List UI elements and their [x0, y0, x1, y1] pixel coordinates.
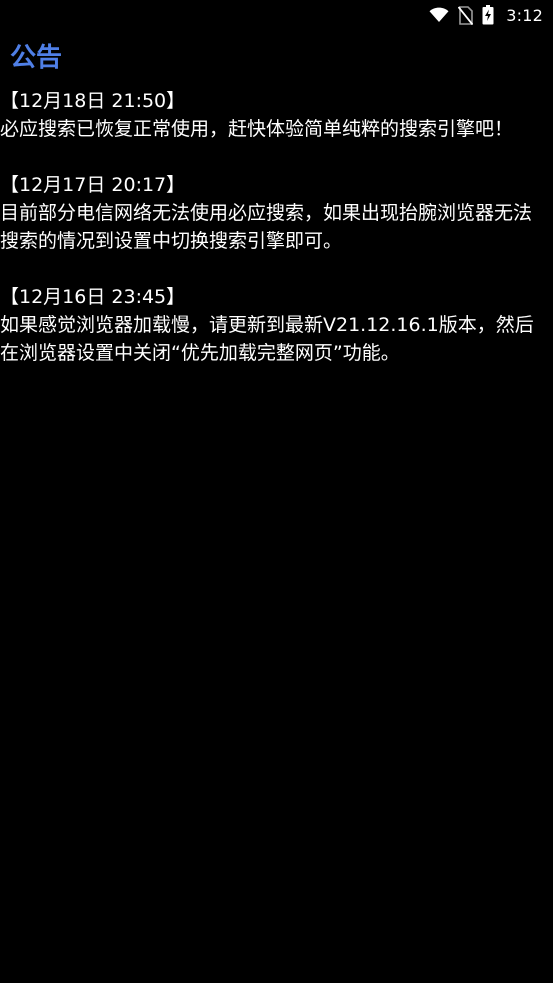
- status-bar: 3:12: [0, 0, 553, 30]
- announcement-date: 【12月17日 20:17】: [0, 174, 186, 196]
- announcement-date: 【12月18日 21:50】: [0, 90, 186, 112]
- announcement-list: 【12月18日 21:50】 必应搜索已恢复正常使用，赶快体验简单纯粹的搜索引擎…: [0, 87, 553, 395]
- announcement-item: 【12月17日 20:17】 目前部分电信网络无法使用必应搜索，如果出现抬腕浏览…: [0, 171, 553, 255]
- announcement-body: 如果感觉浏览器加载慢，请更新到最新V21.12.16.1版本，然后在浏览器设置中…: [0, 314, 534, 364]
- status-icons: 3:12: [429, 4, 543, 26]
- announcement-item: 【12月18日 21:50】 必应搜索已恢复正常使用，赶快体验简单纯粹的搜索引擎…: [0, 87, 553, 143]
- wifi-icon: [429, 7, 449, 23]
- no-sim-icon: [458, 5, 474, 25]
- page-title: 公告: [10, 43, 63, 73]
- announcement-date: 【12月16日 23:45】: [0, 286, 186, 308]
- announcement-body: 必应搜索已恢复正常使用，赶快体验简单纯粹的搜索引擎吧！: [0, 118, 514, 140]
- battery-charging-icon: [482, 5, 494, 25]
- announcement-body: 目前部分电信网络无法使用必应搜索，如果出现抬腕浏览器无法搜索的情况到设置中切换搜…: [0, 202, 533, 252]
- announcement-item: 【12月16日 23:45】 如果感觉浏览器加载慢，请更新到最新V21.12.1…: [0, 283, 553, 367]
- status-time: 3:12: [506, 5, 543, 25]
